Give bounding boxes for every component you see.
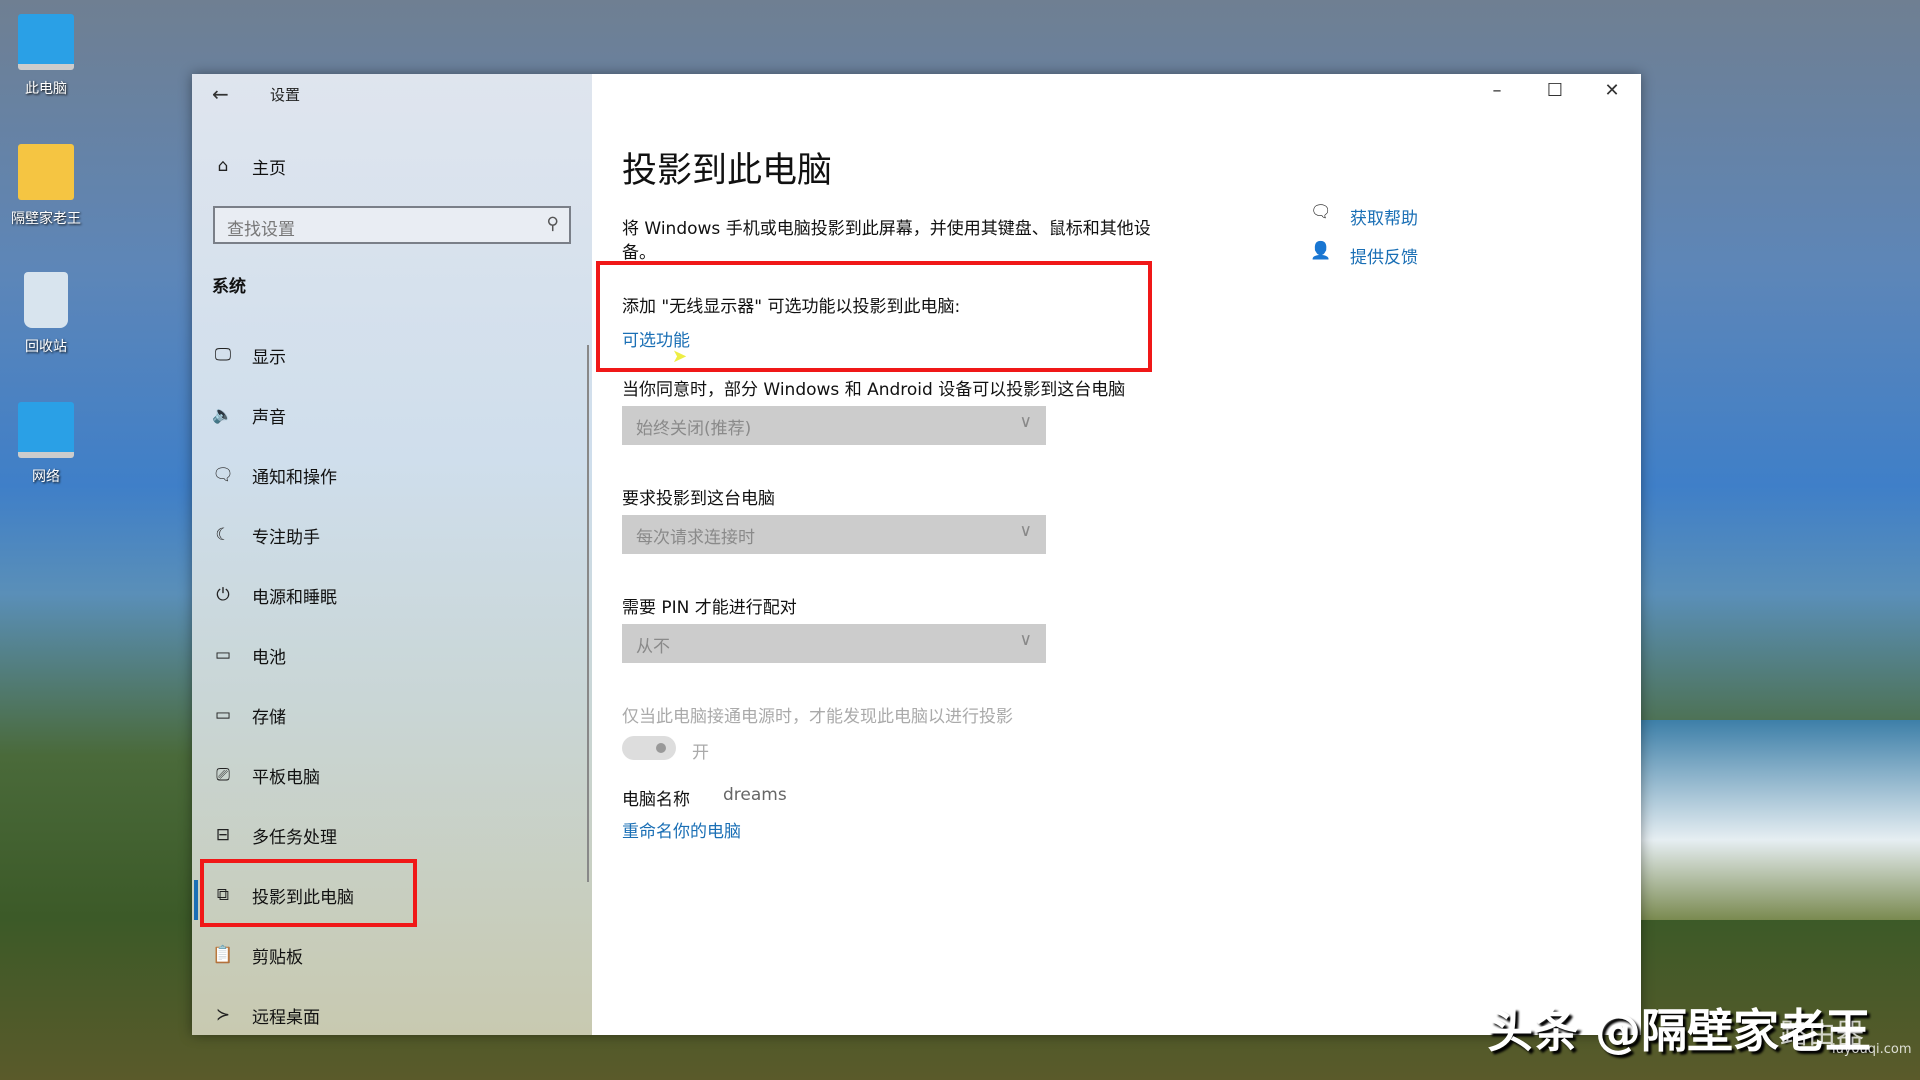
description: 将 Windows 手机或电脑投影到此屏幕，并使用其键盘、鼠标和其他设	[622, 214, 1151, 239]
page-title: 投影到此电脑	[622, 142, 832, 193]
nav-icon: ≻	[208, 1005, 238, 1025]
nav-icon: 📋	[208, 945, 238, 965]
toggle-state: 开	[692, 738, 709, 763]
nav-label: 电池	[252, 643, 286, 668]
search-icon[interactable]: ⚲	[547, 214, 559, 234]
feedback-link[interactable]: 提供反馈	[1350, 243, 1418, 268]
sidebar-scrollbar[interactable]	[587, 345, 589, 882]
search-input[interactable]: 查找设置 ⚲	[213, 206, 571, 244]
desktop-icon-this-pc[interactable]: 此电脑	[1, 14, 91, 98]
sidebar-item-4[interactable]: ⏻ 电源和睡眠	[208, 575, 337, 615]
request-label: 要求投影到这台电脑	[622, 484, 775, 509]
network-icon	[18, 402, 74, 458]
monitor-icon	[18, 14, 74, 70]
consent-dropdown[interactable]: 始终关闭(推荐) ∨	[622, 406, 1046, 445]
chevron-down-icon: ∨	[1020, 521, 1032, 541]
desktop-icon-recycle-bin[interactable]: 回收站	[1, 272, 91, 356]
sidebar-item-10[interactable]: 📋 剪贴板	[208, 935, 303, 975]
pin-label: 需要 PIN 才能进行配对	[622, 593, 797, 618]
nav-icon: ☾	[208, 525, 238, 545]
mouse-cursor-icon: ➤	[672, 346, 687, 367]
request-dropdown[interactable]: 每次请求连接时 ∨	[622, 515, 1046, 554]
power-label: 仅当此电脑接通电源时，才能发现此电脑以进行投影	[622, 702, 1013, 727]
pc-name-label: 电脑名称	[622, 785, 690, 810]
desktop-wallpaper	[1640, 720, 1920, 920]
settings-window: ← 设置 ⌂ 主页 查找设置 ⚲ 系统 🖵 显示 🔈 声音 🗨 通知和操作 ☾ 专注助手 ⏻ 电源和睡…	[192, 74, 1641, 1035]
pin-dropdown[interactable]: 从不 ∨	[622, 624, 1046, 663]
sidebar-item-1[interactable]: 🔈 声音	[208, 395, 286, 435]
request-value: 每次请求连接时	[636, 528, 755, 548]
folder-icon	[18, 144, 74, 200]
nav-icon: 🖵	[208, 345, 238, 365]
nav-icon: ⎚	[208, 765, 238, 785]
power-toggle[interactable]	[622, 736, 676, 760]
sidebar-item-7[interactable]: ⎚ 平板电脑	[208, 755, 320, 795]
section-heading: 系统	[212, 272, 246, 297]
desktop-icon-label: 网络	[32, 469, 60, 485]
nav-label: 显示	[252, 343, 286, 368]
nav-icon: 🗨	[208, 465, 238, 485]
chevron-down-icon: ∨	[1020, 630, 1032, 650]
nav-icon: 🔈	[208, 405, 238, 425]
nav-icon: ▭	[208, 705, 238, 725]
home-label: 主页	[252, 154, 286, 179]
sidebar-item-3[interactable]: ☾ 专注助手	[208, 515, 320, 555]
toggle-knob	[656, 743, 666, 753]
pin-value: 从不	[636, 637, 670, 657]
sidebar-item-5[interactable]: ▭ 电池	[208, 635, 286, 675]
sidebar-item-8[interactable]: ⊟ 多任务处理	[208, 815, 337, 855]
help-icon: 🗨	[1310, 202, 1332, 222]
recycle-bin-icon	[24, 272, 68, 328]
nav-label: 专注助手	[252, 523, 320, 548]
consent-label: 当你同意时，部分 Windows 和 Android 设备可以投影到这台电脑	[622, 375, 1125, 400]
selected-indicator	[194, 880, 198, 920]
nav-icon: ⊟	[208, 825, 238, 845]
nav-label: 电源和睡眠	[252, 583, 337, 608]
desktop-icon-label: 回收站	[25, 339, 67, 355]
consent-value: 始终关闭(推荐)	[636, 419, 751, 439]
desktop-icon-label: 此电脑	[25, 81, 67, 97]
desktop-icon-user-folder[interactable]: 隔壁家老王	[1, 144, 91, 228]
home-icon: ⌂	[208, 156, 238, 176]
nav-label: 存储	[252, 703, 286, 728]
sidebar-item-0[interactable]: 🖵 显示	[208, 335, 286, 375]
highlight-box-nav	[200, 859, 417, 927]
nav-label: 通知和操作	[252, 463, 337, 488]
chevron-down-icon: ∨	[1020, 412, 1032, 432]
nav-label: 剪贴板	[252, 943, 303, 968]
pc-name-value: dreams	[723, 785, 787, 805]
sidebar: ← 设置 ⌂ 主页 查找设置 ⚲ 系统 🖵 显示 🔈 声音 🗨 通知和操作 ☾ 专注助手 ⏻ 电源和睡…	[192, 74, 592, 1035]
description-cont: 备。	[622, 238, 656, 263]
desktop-icon-network[interactable]: 网络	[1, 402, 91, 486]
nav-label: 声音	[252, 403, 286, 428]
back-arrow-icon[interactable]: ←	[212, 82, 229, 106]
add-feature-text: 添加 "无线显示器" 可选功能以投影到此电脑:	[622, 292, 960, 317]
nav-label: 远程桌面	[252, 1003, 320, 1028]
feedback-icon: 👤	[1310, 241, 1331, 261]
nav-label: 多任务处理	[252, 823, 337, 848]
get-help-link[interactable]: 获取帮助	[1350, 204, 1418, 229]
desktop-icon-label: 隔壁家老王	[11, 211, 81, 227]
nav-icon: ▭	[208, 645, 238, 665]
search-placeholder: 查找设置	[227, 220, 295, 240]
watermark-url: luyouqi.com	[1832, 1042, 1912, 1057]
nav-label: 平板电脑	[252, 763, 320, 788]
sidebar-item-2[interactable]: 🗨 通知和操作	[208, 455, 337, 495]
sidebar-item-6[interactable]: ▭ 存储	[208, 695, 286, 735]
window-title: 设置	[270, 84, 300, 105]
sidebar-item-home[interactable]: ⌂ 主页	[208, 146, 286, 186]
main-content: 投影到此电脑 将 Windows 手机或电脑投影到此屏幕，并使用其键盘、鼠标和其…	[622, 74, 1641, 1035]
nav-icon: ⏻	[208, 585, 238, 605]
sidebar-item-11[interactable]: ≻ 远程桌面	[208, 995, 320, 1035]
rename-pc-link[interactable]: 重命名你的电脑	[622, 817, 741, 842]
